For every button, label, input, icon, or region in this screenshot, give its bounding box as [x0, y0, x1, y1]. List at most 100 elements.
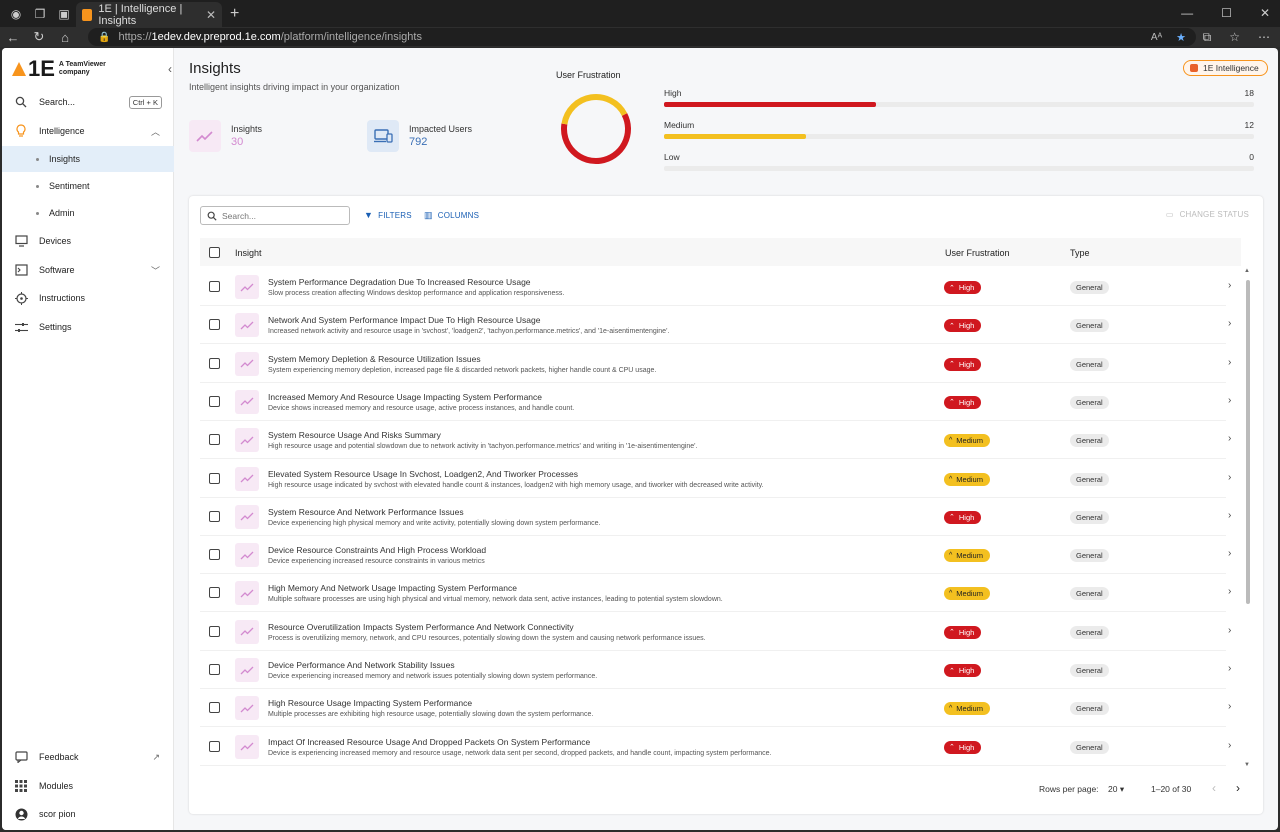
insight-title[interactable]: Resource Overutilization Impacts System … — [268, 622, 574, 632]
search-input[interactable] — [222, 210, 332, 221]
chevron-right-icon[interactable]: › — [1228, 586, 1231, 597]
insight-title[interactable]: Device Resource Constraints And High Pro… — [268, 545, 486, 555]
row-checkbox[interactable] — [209, 664, 220, 675]
filters-button[interactable]: ▼ FILTERS — [364, 210, 412, 220]
minimize-icon[interactable]: — — [1181, 6, 1193, 20]
row-checkbox[interactable] — [209, 740, 220, 752]
insight-title[interactable]: High Resource Usage Impacting System Per… — [268, 698, 472, 708]
header-insight[interactable]: Insight — [235, 248, 262, 258]
insight-title[interactable]: System Resource Usage And Risks Summary — [268, 430, 441, 440]
row-checkbox[interactable] — [209, 281, 220, 292]
table-row[interactable]: Network And System Performance Impact Du… — [200, 306, 1231, 345]
maximize-icon[interactable]: ☐ — [1221, 6, 1232, 20]
sidebar-item-user[interactable]: scor pion — [2, 800, 174, 828]
back-icon[interactable]: ← — [0, 30, 26, 45]
chevron-right-icon[interactable]: › — [1228, 625, 1231, 636]
row-checkbox[interactable] — [209, 472, 220, 484]
insight-title[interactable]: Elevated System Resource Usage In Svchos… — [268, 469, 578, 479]
scroll-up-icon[interactable]: ▲ — [1244, 268, 1250, 274]
select-all-checkbox[interactable] — [209, 247, 220, 258]
favorites-icon[interactable]: ☆ — [1229, 30, 1240, 45]
refresh-icon[interactable]: ↻ — [26, 29, 52, 45]
extensions-icon[interactable]: ⧉ — [1203, 30, 1212, 45]
table-row[interactable]: High Resource Usage Impacting System Per… — [200, 689, 1231, 728]
sidebar-item-devices[interactable]: Devices — [2, 227, 174, 255]
table-row[interactable]: System Resource Usage And Risks Summary H… — [200, 421, 1231, 460]
sidebar-item-modules[interactable]: Modules — [2, 772, 174, 800]
header-frustration[interactable]: User Frustration — [945, 248, 1010, 258]
close-tab-icon[interactable]: ✕ — [206, 8, 216, 22]
table-row[interactable]: Impact Of Increased Resource Usage And D… — [200, 728, 1231, 766]
chevron-right-icon[interactable]: › — [1228, 548, 1231, 559]
collections-icon[interactable]: ❐ — [32, 6, 48, 22]
close-window-icon[interactable]: ✕ — [1260, 6, 1270, 20]
insight-title[interactable]: System Resource And Network Performance … — [268, 507, 464, 517]
header-type[interactable]: Type — [1070, 248, 1090, 258]
change-status-button[interactable]: ▭ CHANGE STATUS — [1166, 210, 1249, 219]
next-page-icon[interactable]: › — [1236, 781, 1240, 795]
table-row[interactable]: Increased Memory And Resource Usage Impa… — [200, 383, 1231, 421]
scroll-down-icon[interactable]: ▼ — [1244, 762, 1250, 768]
favorite-star-icon[interactable]: ★ — [1176, 31, 1186, 44]
row-checkbox[interactable] — [209, 510, 220, 522]
table-scrollbar[interactable]: ▲ ▼ — [1244, 268, 1252, 772]
browser-tab[interactable]: 1E | Intelligence | Insights ✕ — [76, 2, 222, 27]
insight-title[interactable]: Network And System Performance Impact Du… — [268, 315, 540, 325]
row-checkbox[interactable] — [209, 587, 220, 599]
chevron-right-icon[interactable]: › — [1228, 510, 1231, 521]
row-checkbox[interactable] — [209, 319, 220, 331]
insight-title[interactable]: High Memory And Network Usage Impacting … — [268, 583, 517, 593]
sidebar-search[interactable]: Search... Ctrl + K — [2, 88, 174, 116]
insight-title[interactable]: Increased Memory And Resource Usage Impa… — [268, 392, 542, 402]
insight-title[interactable]: Device Performance And Network Stability… — [268, 660, 455, 670]
table-row[interactable]: System Performance Degradation Due To In… — [200, 268, 1231, 306]
chevron-right-icon[interactable]: › — [1228, 701, 1231, 712]
chevron-right-icon[interactable]: › — [1228, 318, 1231, 329]
chevron-right-icon[interactable]: › — [1228, 395, 1231, 406]
sidebar-item-feedback[interactable]: Feedback ↗ — [2, 743, 174, 771]
columns-button[interactable]: ▥ COLUMNS — [424, 210, 479, 221]
scroll-thumb[interactable] — [1246, 280, 1250, 604]
row-checkbox[interactable] — [209, 702, 220, 714]
row-checkbox[interactable] — [209, 549, 220, 561]
row-checkbox[interactable] — [209, 357, 220, 369]
table-row[interactable]: Device Resource Constraints And High Pro… — [200, 536, 1231, 575]
read-aloud-icon[interactable]: Aᴬ — [1151, 32, 1162, 43]
chevron-right-icon[interactable]: › — [1228, 433, 1231, 444]
rows-per-page-select[interactable]: 20 ▾ — [1108, 784, 1124, 795]
prev-page-icon[interactable]: ‹ — [1212, 781, 1216, 795]
sidebar-subitem-insights[interactable]: Insights — [2, 146, 174, 172]
row-checkbox[interactable] — [209, 434, 220, 446]
sidebar-item-software[interactable]: Software ﹀ — [2, 256, 174, 284]
logo[interactable]: 1E A TeamViewer company — [12, 58, 106, 80]
table-row[interactable]: System Resource And Network Performance … — [200, 498, 1231, 536]
chevron-right-icon[interactable]: › — [1228, 280, 1231, 291]
tab-actions-icon[interactable]: ▣ — [56, 6, 72, 22]
new-tab-icon[interactable]: + — [230, 5, 239, 23]
chevron-right-icon[interactable]: › — [1228, 740, 1231, 751]
row-checkbox[interactable] — [209, 395, 220, 407]
sidebar-item-settings[interactable]: Settings — [2, 313, 174, 341]
table-search[interactable] — [200, 206, 350, 225]
row-checkbox[interactable] — [209, 625, 220, 637]
insight-title[interactable]: System Memory Depletion & Resource Utili… — [268, 354, 481, 364]
home-icon[interactable]: ⌂ — [52, 30, 78, 45]
table-row[interactable]: Elevated System Resource Usage In Svchos… — [200, 460, 1231, 498]
more-icon[interactable]: ⋯ — [1258, 30, 1270, 45]
table-row[interactable]: High Memory And Network Usage Impacting … — [200, 574, 1231, 613]
chevron-right-icon[interactable]: › — [1228, 357, 1231, 368]
table-row[interactable]: Device Performance And Network Stability… — [200, 651, 1231, 689]
sidebar-subitem-sentiment[interactable]: Sentiment — [2, 173, 174, 199]
table-row[interactable]: System Memory Depletion & Resource Utili… — [200, 345, 1231, 383]
chevron-right-icon[interactable]: › — [1228, 472, 1231, 483]
profile-icon[interactable]: ◉ — [8, 6, 24, 22]
insight-title[interactable]: System Performance Degradation Due To In… — [268, 277, 531, 287]
insight-title[interactable]: Impact Of Increased Resource Usage And D… — [268, 737, 590, 747]
intelligence-badge[interactable]: 1E Intelligence — [1183, 60, 1268, 76]
chevron-right-icon[interactable]: › — [1228, 663, 1231, 674]
table-row[interactable]: Resource Overutilization Impacts System … — [200, 613, 1231, 651]
sidebar-item-instructions[interactable]: Instructions — [2, 284, 174, 312]
sidebar-item-intelligence[interactable]: Intelligence ︿ — [2, 117, 174, 145]
sidebar-subitem-admin[interactable]: Admin — [2, 200, 174, 226]
collapse-sidebar-icon[interactable]: ‹ — [168, 62, 172, 76]
